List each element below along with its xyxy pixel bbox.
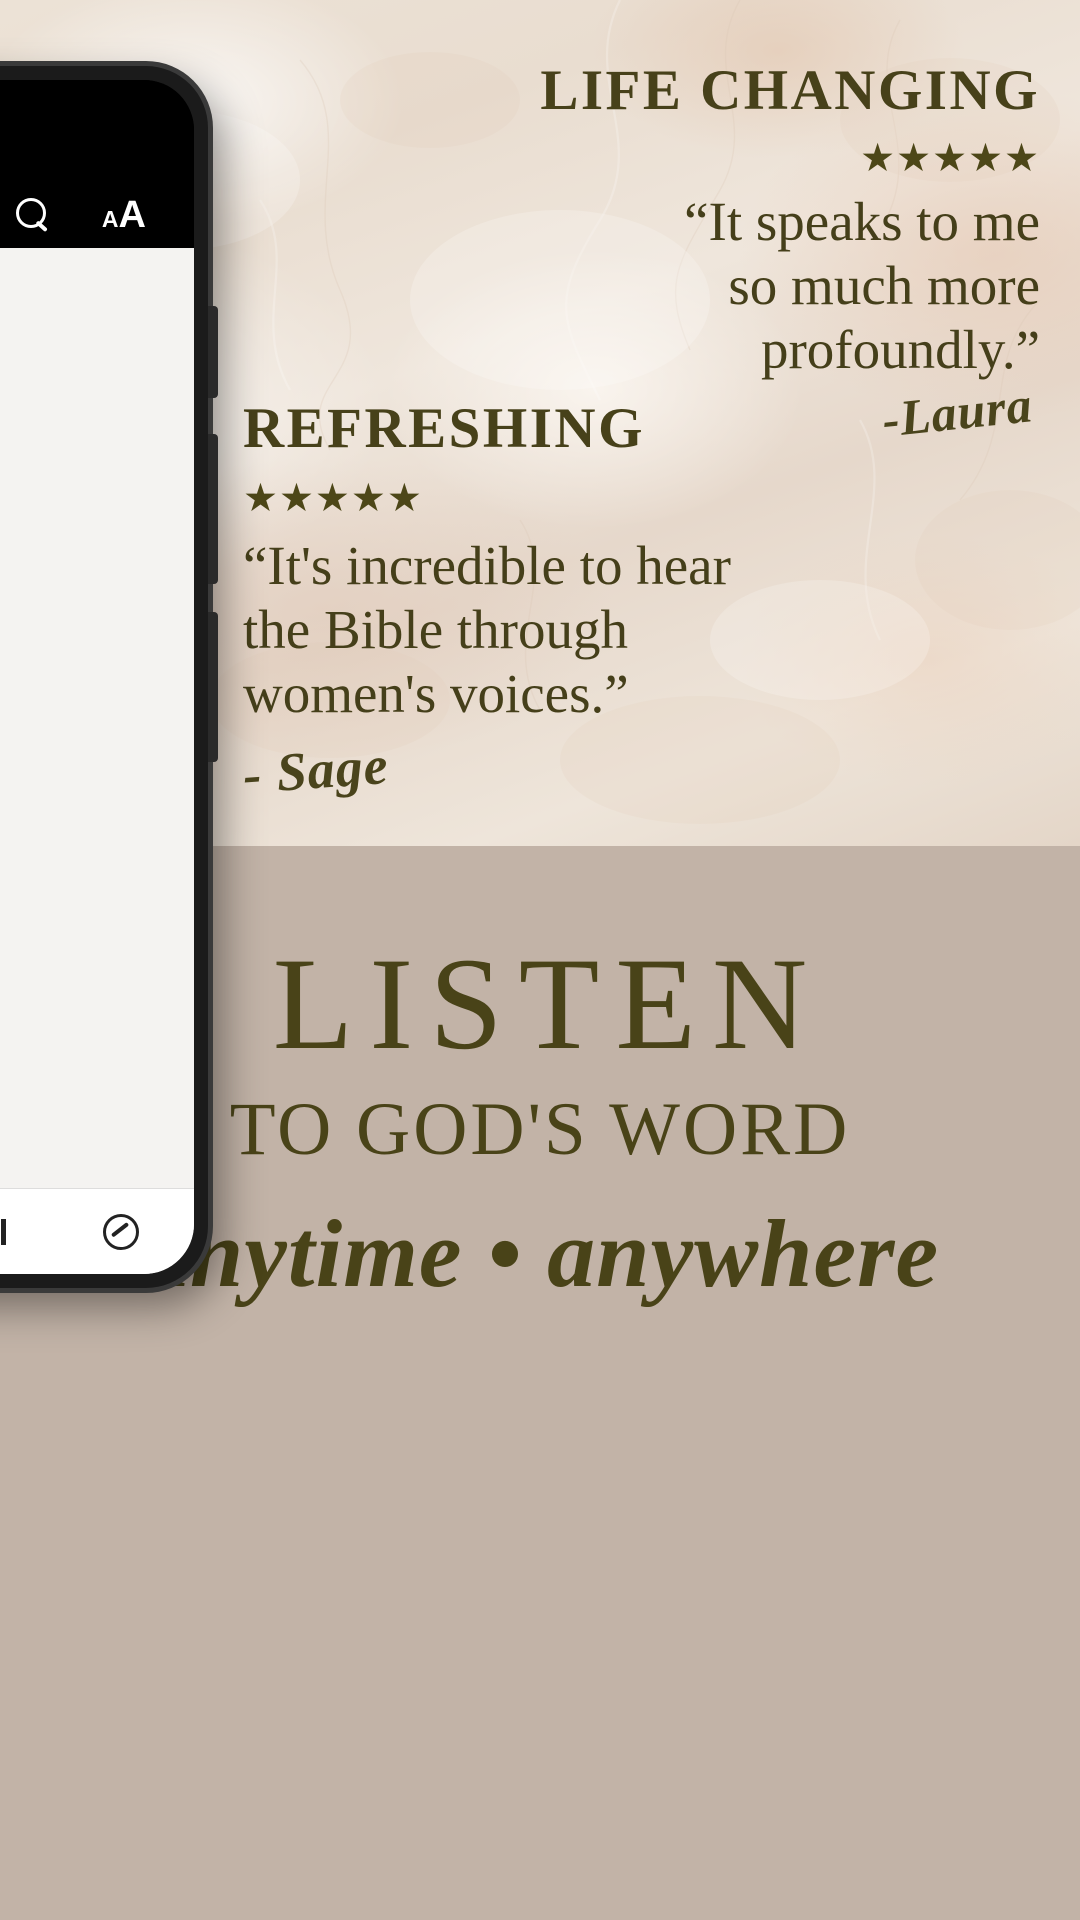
app-top-bar: AA — [0, 80, 194, 248]
scripture-paragraph: g with God. rough him, except — [0, 442, 194, 561]
quote-line: women's voices.” — [243, 662, 629, 724]
bible-reader-page[interactable]: already , g with God. rough him, except … — [0, 248, 194, 1274]
scripture-text: already , g with God. rough him, except … — [0, 248, 194, 1217]
scripture-paragraph: aptist,c 7to tell e might believe n hims… — [0, 780, 194, 1019]
testimonial-headline: REFRESHING — [243, 397, 645, 460]
testimonial-life-changing: LIFE CHANGING ★★★★★ “It speaks to me so … — [340, 59, 1040, 448]
skip-next-icon[interactable] — [0, 1219, 6, 1245]
phone-mockup: AA already , g with God. rough him, — [0, 66, 218, 1288]
star-rating: ★★★★★ — [243, 477, 423, 520]
quote-line: so much more — [728, 254, 1040, 316]
quote-line: “It's incredible to hear — [243, 535, 731, 596]
text-size-icon[interactable]: AA — [102, 196, 146, 234]
quote-line: the Bible through — [243, 598, 628, 660]
phone-button-volume-up[interactable] — [208, 434, 218, 584]
scripture-paragraph: already — [0, 322, 194, 362]
scripture-paragraph: , — [0, 382, 194, 422]
testimonial-signature: - Sage — [241, 735, 391, 806]
search-icon[interactable] — [15, 198, 50, 232]
testimonial-signature: -Laura — [879, 376, 1035, 449]
playback-speed-icon[interactable] — [103, 1214, 140, 1250]
text-size-small-a: A — [101, 206, 119, 232]
testimonial-quote: “It speaks to me so much more profoundly… — [340, 190, 1040, 381]
app-bar-actions: AA — [0, 196, 194, 234]
scripture-paragraph: rything that — [0, 581, 194, 621]
text-size-large-a: A — [118, 194, 146, 236]
quote-line: profoundly.” — [760, 318, 1040, 380]
phone-button-silent[interactable] — [208, 306, 218, 398]
player-controls — [0, 1189, 194, 1274]
star-rating: ★★★★★ — [860, 137, 1040, 180]
phone-button-volume-down[interactable] — [208, 612, 218, 762]
audio-player-bar — [0, 1188, 194, 1274]
scripture-paragraph: t to everyone. kness, ver extinguish — [0, 641, 194, 760]
scripture-paragraph: d he created, him. 11He ven they believe… — [0, 1038, 194, 1197]
testimonial-refreshing: REFRESHING ★★★★★ “It's incredible to hea… — [241, 397, 863, 805]
phone-screen: AA already , g with God. rough him, — [0, 80, 194, 1274]
testimonial-headline: LIFE CHANGING — [540, 59, 1040, 122]
story-canvas: LIFE CHANGING ★★★★★ “It speaks to me so … — [0, 0, 1080, 1920]
testimonial-quote: “It's incredible to hear the Bible throu… — [243, 534, 863, 725]
quote-line: “It speaks to me — [684, 191, 1040, 252]
